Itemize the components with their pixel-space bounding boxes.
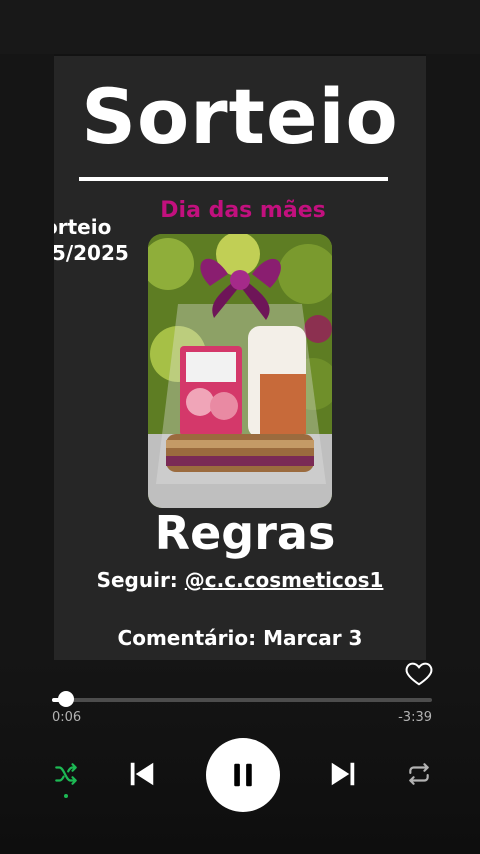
rules-heading: Regras [154, 506, 336, 560]
post-title: Sorteio [81, 72, 399, 161]
pause-button[interactable] [206, 738, 280, 812]
progress-knob[interactable] [57, 691, 74, 707]
title-underline [79, 177, 388, 181]
skip-previous-icon[interactable] [124, 756, 160, 792]
remaining-time: -3:39 [398, 710, 432, 725]
heart-icon[interactable] [404, 658, 434, 688]
follow-rule: Seguir: @c.c.cosmeticos1 [60, 568, 420, 592]
shuffle-icon[interactable] [50, 758, 82, 790]
pause-icon [234, 763, 252, 787]
follow-handle-link[interactable]: @c.c.cosmeticos1 [185, 568, 384, 592]
follow-label: Seguir: [96, 568, 185, 592]
progress-track[interactable] [52, 698, 432, 702]
post-subtitle: Dia das mães [160, 198, 326, 223]
gift-basket-photo [148, 234, 332, 508]
gift-basket-image [148, 234, 332, 508]
comment-rule: Comentário: Marcar 3 [117, 626, 363, 650]
elapsed-time: 0:06 [52, 710, 82, 725]
skip-next-icon[interactable] [325, 756, 361, 792]
peek-line-2: 05/2025 [54, 241, 129, 265]
repeat-icon[interactable] [403, 758, 435, 790]
top-status-bar [0, 0, 480, 54]
shuffle-active-dot [64, 794, 68, 798]
